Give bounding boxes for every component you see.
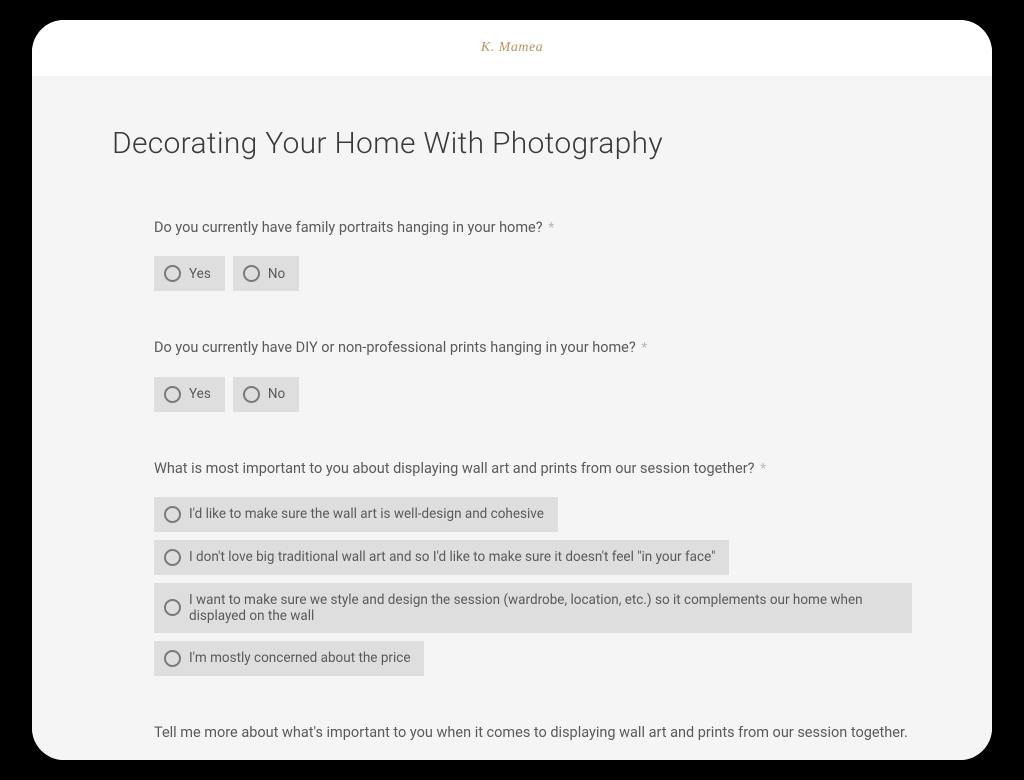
radio-label: I'm mostly concerned about the price [189, 650, 410, 666]
radio-circle-icon [243, 265, 260, 282]
radio-circle-icon [243, 386, 260, 403]
question-block: What is most important to you about disp… [154, 458, 912, 676]
radio-circle-icon [164, 599, 181, 616]
radio-circle-icon [164, 386, 181, 403]
form-area: Do you currently have family portraits h… [112, 217, 912, 760]
radio-circle-icon [164, 650, 181, 667]
content-area: Decorating Your Home With Photography Do… [32, 76, 992, 760]
question-text: Do you currently have family portraits h… [154, 219, 543, 236]
question-text: Do you currently have DIY or non-profess… [154, 339, 636, 356]
radio-label: Yes [189, 386, 211, 402]
question-label: Do you currently have family portraits h… [154, 217, 912, 238]
question-label: What is most important to you about disp… [154, 458, 912, 479]
required-mark: * [760, 461, 766, 477]
required-mark: * [641, 340, 647, 356]
question-text: What is most important to you about disp… [154, 460, 754, 477]
question-label: Do you currently have DIY or non-profess… [154, 337, 912, 358]
radio-option-yes[interactable]: Yes [154, 377, 225, 412]
header: K. Mamea [32, 20, 992, 76]
options-row: Yes No [154, 377, 912, 412]
options-col: I'd like to make sure the wall art is we… [154, 497, 912, 676]
question-label: Tell me more about what's important to y… [154, 722, 912, 743]
question-block: Do you currently have family portraits h… [154, 217, 912, 291]
radio-circle-icon [164, 549, 181, 566]
radio-option[interactable]: I want to make sure we style and design … [154, 583, 912, 633]
radio-circle-icon [164, 506, 181, 523]
radio-label: No [268, 386, 285, 402]
radio-label: No [268, 266, 285, 282]
radio-option-no[interactable]: No [233, 256, 299, 291]
radio-option-yes[interactable]: Yes [154, 256, 225, 291]
radio-option[interactable]: I'd like to make sure the wall art is we… [154, 497, 558, 532]
form-window: K. Mamea Decorating Your Home With Photo… [32, 20, 992, 760]
question-block: Do you currently have DIY or non-profess… [154, 337, 912, 411]
radio-label: I want to make sure we style and design … [189, 592, 898, 624]
options-row: Yes No [154, 256, 912, 291]
page-title: Decorating Your Home With Photography [112, 126, 912, 161]
question-block: Tell me more about what's important to y… [154, 722, 912, 760]
radio-option[interactable]: I don't love big traditional wall art an… [154, 540, 729, 575]
required-mark: * [548, 220, 554, 236]
radio-label: I don't love big traditional wall art an… [189, 549, 715, 565]
radio-label: I'd like to make sure the wall art is we… [189, 506, 544, 522]
radio-label: Yes [189, 266, 211, 282]
radio-circle-icon [164, 265, 181, 282]
radio-option[interactable]: I'm mostly concerned about the price [154, 641, 424, 676]
radio-option-no[interactable]: No [233, 377, 299, 412]
question-text: Tell me more about what's important to y… [154, 724, 908, 741]
logo: K. Mamea [481, 40, 543, 56]
